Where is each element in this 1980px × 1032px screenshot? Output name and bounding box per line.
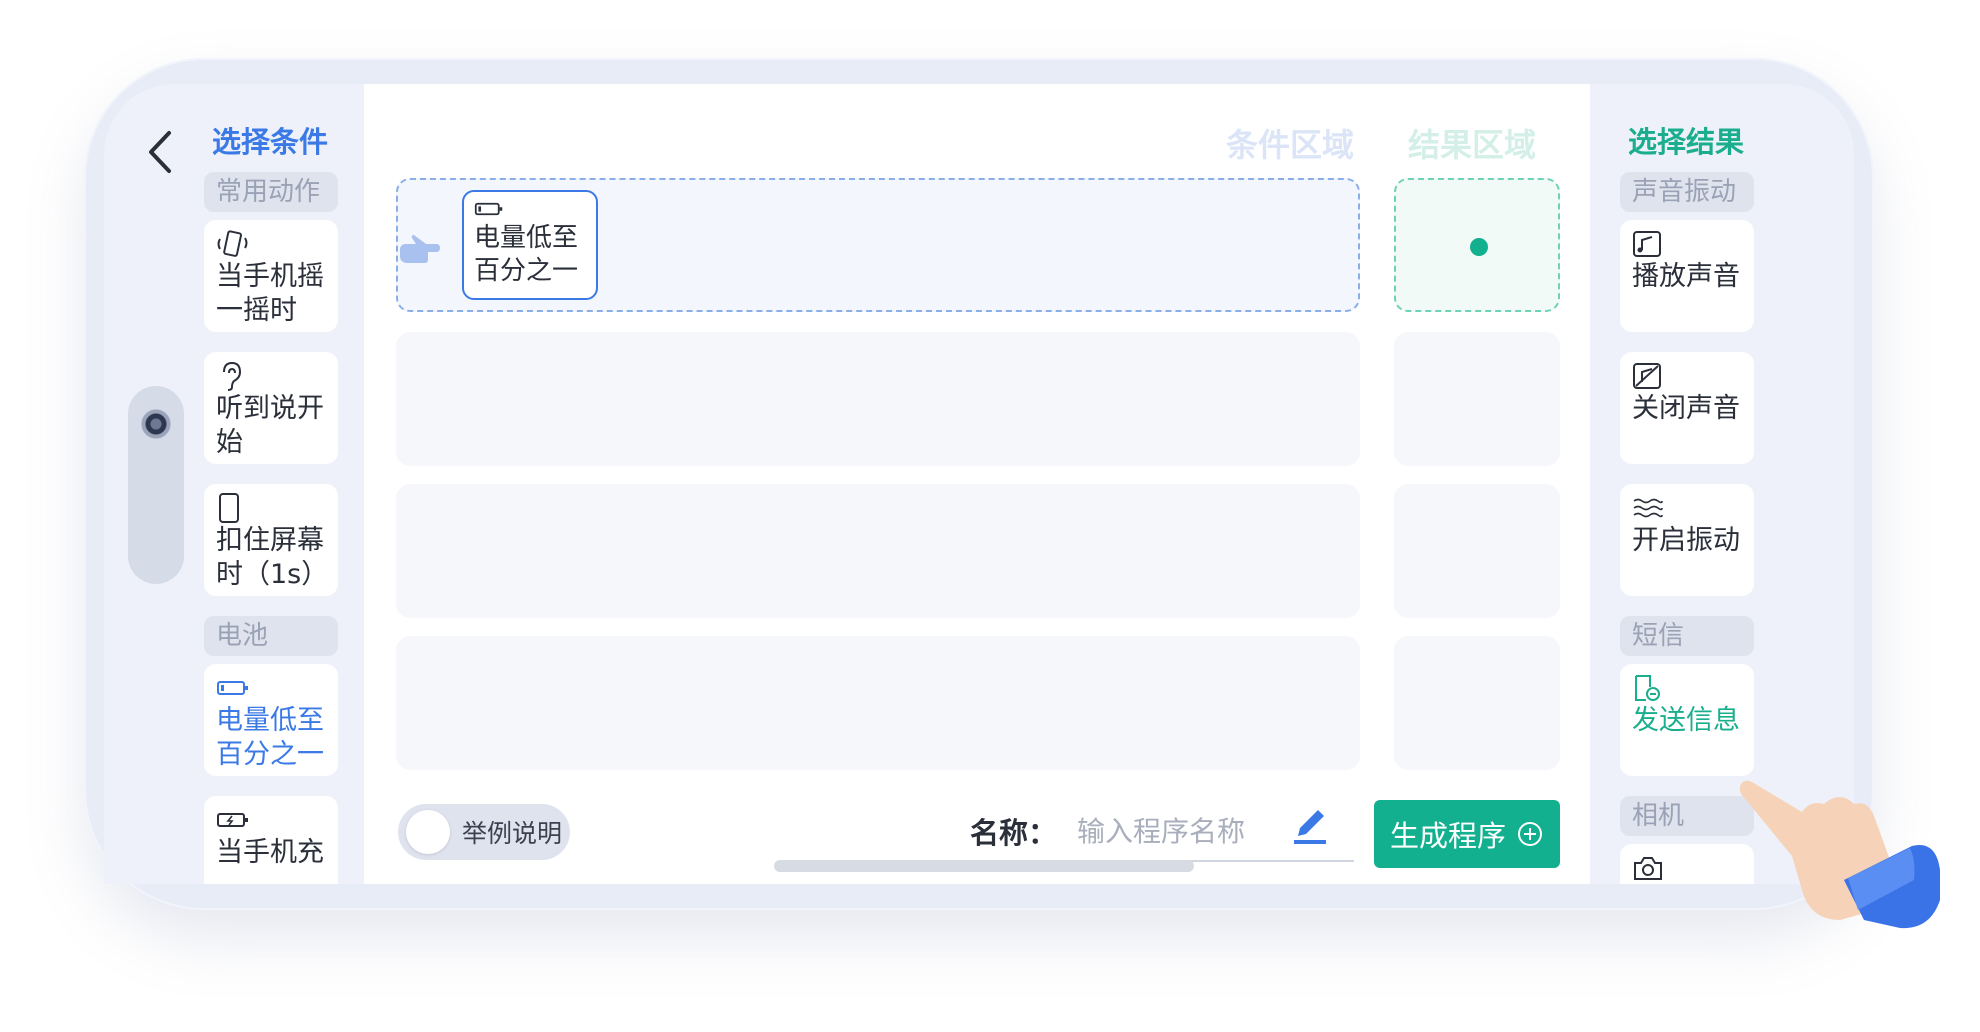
- send-message-icon: [1635, 675, 1660, 701]
- placed-condition-label: 电量低至百分之一: [474, 223, 579, 286]
- condition-shake[interactable]: 当手机摇一摇时: [204, 220, 338, 332]
- condition-label: 当手机摇一摇时: [216, 261, 324, 326]
- program-name-key: 名称：: [970, 816, 1058, 850]
- condition-label: 当手机充: [216, 837, 324, 868]
- battery-low-icon: [474, 202, 503, 216]
- result-mute-sound[interactable]: 关闭声音: [1620, 352, 1754, 464]
- front-camera-icon: [140, 408, 172, 440]
- section-sound-vibration: 声音振动: [1620, 172, 1754, 212]
- result-label: 播放声音: [1632, 261, 1740, 292]
- result-vibrate[interactable]: 开启振动: [1620, 484, 1754, 596]
- section-sms: 短信: [1620, 616, 1754, 656]
- result-slot-2[interactable]: [1394, 332, 1560, 466]
- result-label: 发送信息: [1632, 705, 1740, 736]
- section-battery: 电池: [204, 616, 338, 656]
- condition-picker-title: 选择条件: [212, 125, 329, 159]
- condition-cover-screen[interactable]: 扣住屏幕时（1s）: [204, 484, 338, 596]
- section-common-actions: 常用动作: [204, 172, 338, 212]
- condition-slot-2[interactable]: [396, 332, 1360, 466]
- result-picker-title: 选择结果: [1628, 125, 1745, 159]
- condition-slot-4[interactable]: [396, 636, 1360, 770]
- vibrate-icon: [1633, 498, 1663, 518]
- condition-area-label: 条件区域: [1226, 126, 1355, 164]
- mute-icon: [1633, 363, 1661, 389]
- result-camera[interactable]: [1620, 844, 1754, 884]
- program-name-field: 名称：: [964, 802, 1354, 862]
- placed-condition-card[interactable]: 电量低至百分之一: [462, 190, 598, 300]
- result-picker: 选择结果 声音振动 播放声音 关闭声音 开启振动 短信 发送信息 相机: [1620, 120, 1756, 884]
- pointing-hand-icon: [400, 235, 440, 263]
- example-toggle-label: 举例说明: [462, 819, 563, 848]
- result-slot-3[interactable]: [1394, 484, 1560, 618]
- result-slot-1[interactable]: [1394, 178, 1560, 312]
- example-toggle[interactable]: 举例说明: [398, 804, 570, 860]
- condition-slot-3[interactable]: [396, 484, 1360, 618]
- shake-phone-icon: [217, 230, 248, 257]
- battery-low-icon: [217, 681, 248, 695]
- result-play-sound[interactable]: 播放声音: [1620, 220, 1754, 332]
- horizontal-scrollbar[interactable]: [774, 860, 1194, 872]
- result-slot-4[interactable]: [1394, 636, 1560, 770]
- ear-icon: [223, 361, 242, 391]
- condition-label: 电量低至百分之一: [216, 705, 324, 770]
- generate-program-label: 生成程序: [1389, 819, 1506, 853]
- program-name-input[interactable]: [1077, 814, 1318, 848]
- condition-charging[interactable]: 当手机充: [204, 796, 338, 884]
- section-camera: 相机: [1620, 796, 1754, 836]
- result-area-label: 结果区域: [1408, 126, 1537, 164]
- back-button[interactable]: [140, 128, 180, 176]
- generate-program-button[interactable]: 生成程序: [1374, 800, 1560, 868]
- camera-icon: [1634, 857, 1662, 880]
- condition-hear-start[interactable]: 听到说开始: [204, 352, 338, 464]
- plus-circle-icon: [1518, 822, 1542, 846]
- result-label: 开启振动: [1632, 525, 1740, 556]
- condition-label: 听到说开始: [216, 393, 324, 458]
- result-label: 关闭声音: [1632, 393, 1740, 424]
- condition-battery-low[interactable]: 电量低至百分之一: [204, 664, 338, 776]
- battery-charging-icon: [217, 813, 248, 827]
- condition-slot-1[interactable]: 电量低至百分之一: [396, 178, 1360, 312]
- phone-face-down-icon: [219, 493, 239, 523]
- drop-target-dot: [1470, 238, 1488, 256]
- condition-picker: 选择条件 常用动作 当手机摇一摇时 听到说开始 扣住屏幕时（1s） 电池 电量低…: [204, 120, 340, 884]
- result-send-message[interactable]: 发送信息: [1620, 664, 1754, 776]
- toggle-knob: [406, 810, 450, 854]
- chevron-left-icon: [149, 131, 171, 173]
- condition-label: 扣住屏幕时（1s）: [216, 525, 329, 590]
- music-icon: [1633, 231, 1661, 257]
- program-editor: 条件区域 结果区域 电量低至百分之一 举例说明 名称： 输入程序名称 生成程序: [364, 84, 1590, 884]
- tapping-hand-illustration: [1740, 780, 1940, 929]
